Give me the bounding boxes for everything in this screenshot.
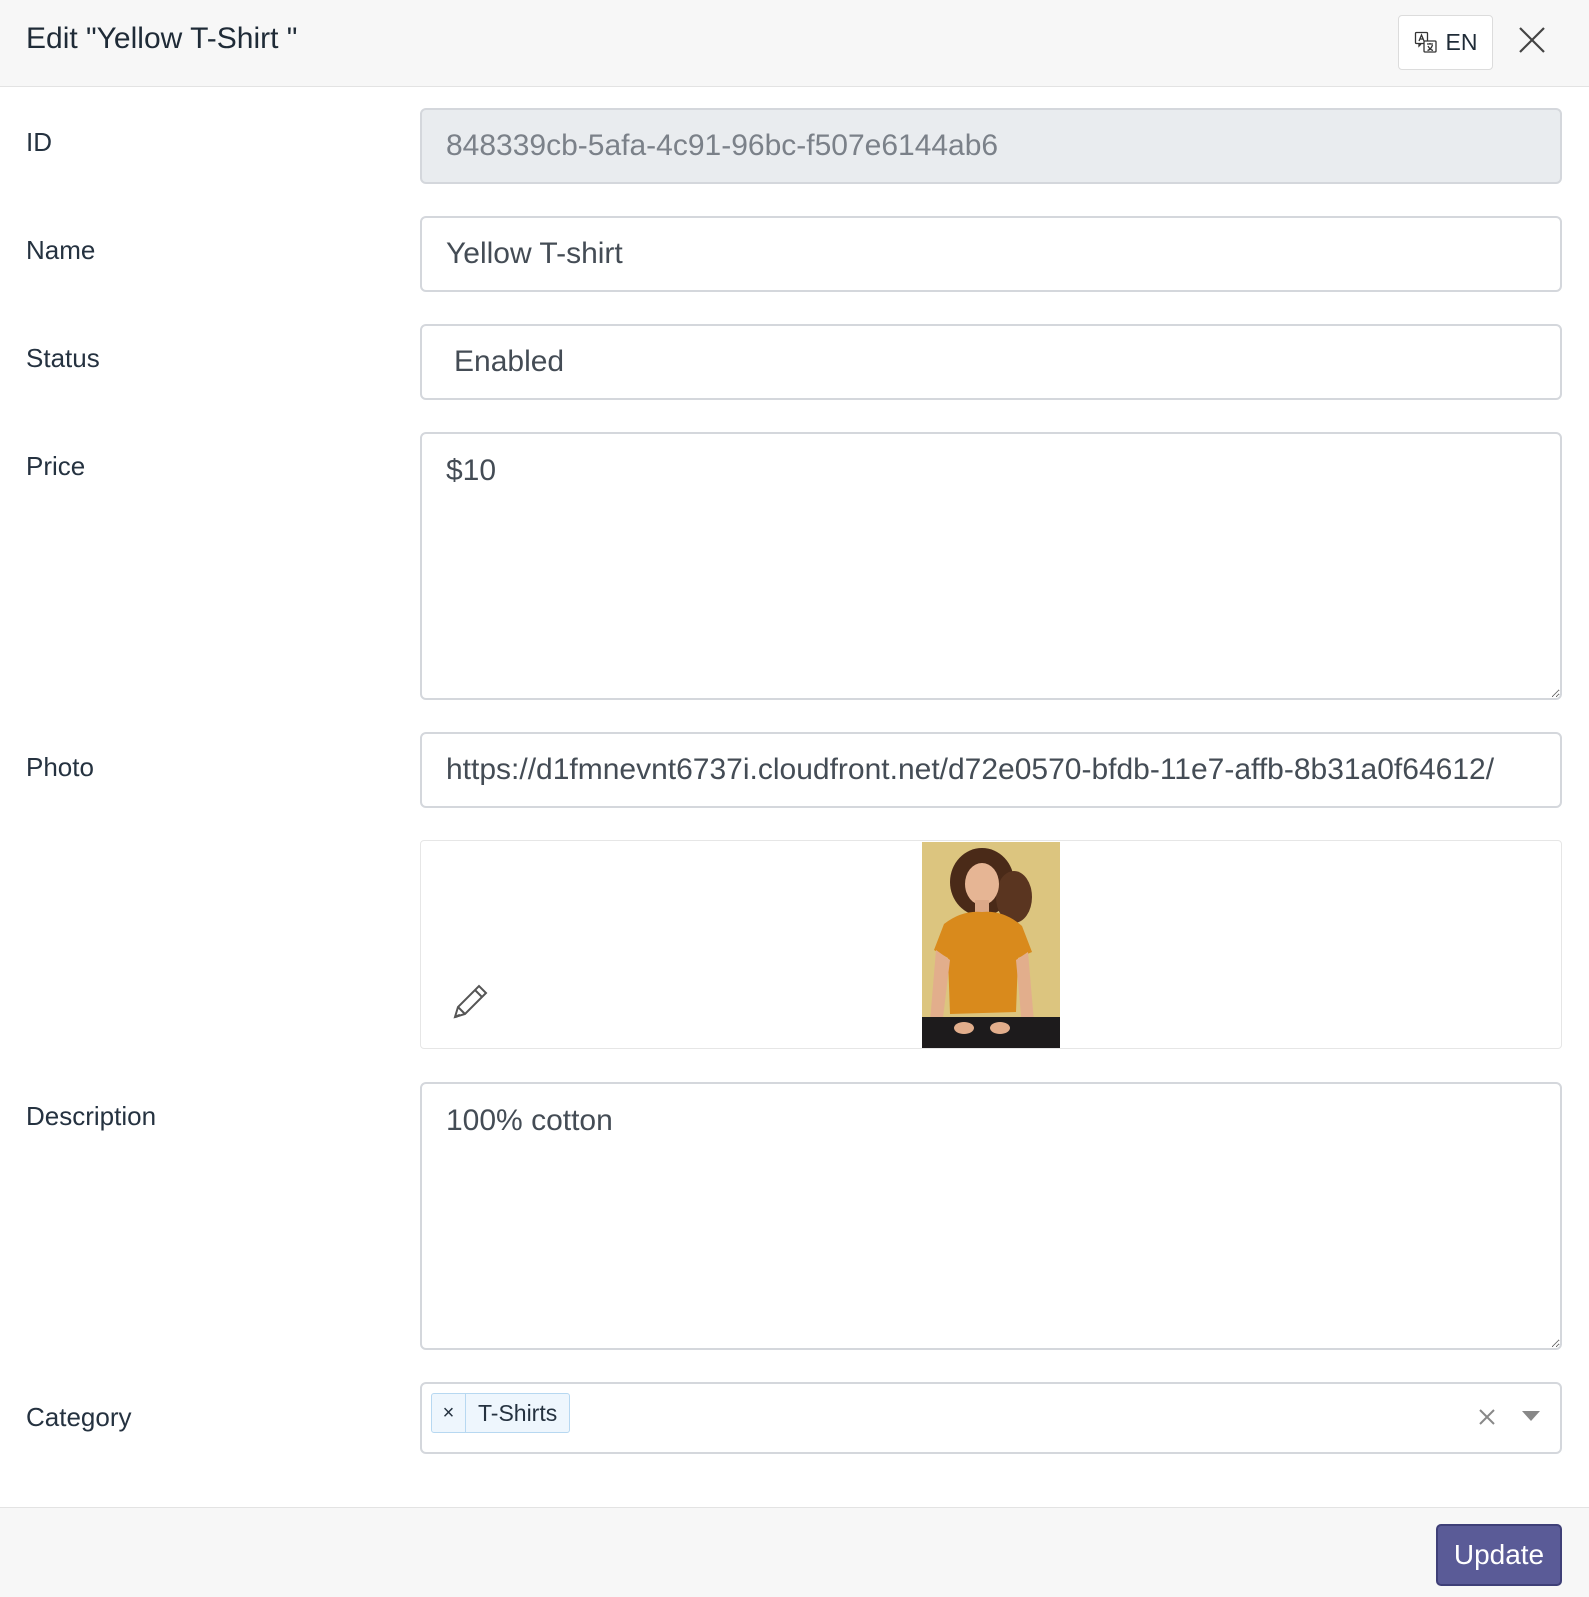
edit-modal: Edit "Yellow T-Shirt " EN ID 848339cb-5a… — [0, 0, 1589, 1597]
id-label: ID — [26, 127, 52, 157]
description-textarea[interactable]: 100% cotton — [420, 1082, 1562, 1350]
category-multiselect[interactable]: × T-Shirts — [420, 1382, 1562, 1454]
description-label: Description — [26, 1101, 157, 1131]
product-photo-illustration — [922, 842, 1060, 1048]
status-label: Status — [26, 343, 100, 373]
language-label: EN — [1445, 29, 1478, 55]
status-select[interactable]: Enabled — [420, 324, 1562, 400]
photo-label: Photo — [26, 752, 94, 782]
language-button[interactable]: EN — [1398, 15, 1493, 70]
clear-icon[interactable] — [1474, 1404, 1500, 1430]
update-button[interactable]: Update — [1436, 1524, 1562, 1586]
pencil-icon[interactable] — [447, 981, 491, 1025]
photo-url-input[interactable]: https://d1fmnevnt6737i.cloudfront.net/d7… — [420, 732, 1562, 808]
price-label: Price — [26, 451, 86, 481]
chip-label: T-Shirts — [478, 1399, 558, 1426]
price-textarea[interactable]: $10 — [420, 432, 1562, 700]
chevron-down-icon[interactable] — [1520, 1408, 1542, 1424]
modal-title: Edit "Yellow T-Shirt " — [26, 22, 298, 55]
modal-header: Edit "Yellow T-Shirt " EN — [0, 0, 1589, 87]
modal-footer: Update — [0, 1507, 1589, 1597]
product-photo — [922, 842, 1060, 1048]
name-input[interactable]: Yellow T-shirt — [420, 216, 1562, 292]
category-chip: × T-Shirts — [431, 1393, 571, 1433]
category-label: Category — [26, 1402, 132, 1432]
photo-preview — [420, 840, 1562, 1049]
close-icon[interactable] — [1514, 22, 1550, 58]
name-label: Name — [26, 235, 96, 265]
chip-remove-button[interactable]: × — [432, 1394, 466, 1432]
translate-icon — [1414, 31, 1437, 53]
id-field: 848339cb-5afa-4c91-96bc-f507e6144ab6 — [420, 108, 1562, 184]
